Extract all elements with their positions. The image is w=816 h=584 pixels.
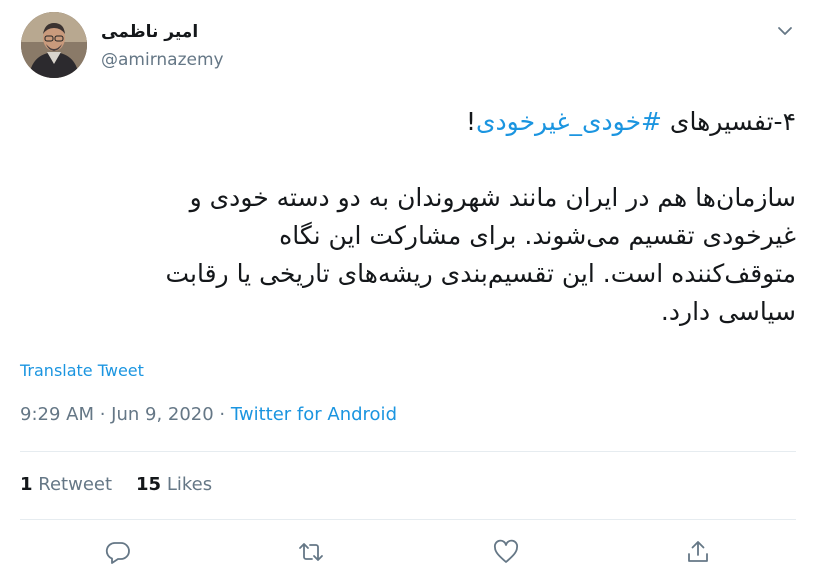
source-link[interactable]: Twitter for Android	[231, 404, 397, 425]
translate-tweet-link[interactable]: Translate Tweet	[20, 361, 144, 380]
share-icon[interactable]	[684, 538, 712, 566]
engagement-stats: 1 Retweet 15 Likes	[20, 474, 236, 495]
divider	[20, 519, 796, 520]
retweets-count: 1	[20, 474, 33, 495]
tweet-prefix: ۴-تفسیرهای	[661, 107, 796, 136]
tweet-line: متوقف‌کننده است. این تقسیم‌بندی ریشه‌های…	[165, 259, 796, 288]
tweet-meta: 9:29 AM · Jun 9, 2020 · Twitter for Andr…	[20, 404, 397, 425]
divider	[20, 451, 796, 452]
retweets-label: Retweet	[38, 474, 113, 495]
avatar[interactable]	[21, 12, 87, 78]
tweet: امیر ناظمی @amirnazemy ۴-تفسیرهای #خودی_…	[0, 0, 816, 584]
display-name[interactable]: امیر ناظمی	[101, 22, 198, 42]
tweet-suffix: !	[465, 107, 476, 136]
retweet-icon[interactable]	[297, 538, 325, 566]
tweet-line-heading: ۴-تفسیرهای #خودی_غیرخودی!	[20, 103, 796, 141]
likes-count: 15	[136, 474, 162, 495]
hashtag-link[interactable]: #خودی_غیرخودی	[476, 107, 662, 136]
timestamp[interactable]: 9:29 AM · Jun 9, 2020 ·	[20, 404, 231, 425]
retweets-stat[interactable]: 1 Retweet	[20, 474, 112, 495]
likes-stat[interactable]: 15 Likes	[136, 474, 212, 495]
chevron-down-icon[interactable]	[774, 20, 796, 42]
tweet-line: سازمان‌ها هم در ایران مانند شهروندان به …	[189, 183, 796, 212]
heart-icon[interactable]	[492, 538, 520, 566]
tweet-line: غیرخودی تقسیم می‌شوند. برای مشارکت این ن…	[279, 221, 796, 250]
tweet-text: ۴-تفسیرهای #خودی_غیرخودی! سازمان‌ها هم د…	[20, 103, 796, 331]
reply-icon[interactable]	[104, 538, 132, 566]
user-handle[interactable]: @amirnazemy	[101, 50, 224, 70]
tweet-line: سیاسی دارد.	[660, 297, 796, 326]
likes-label: Likes	[166, 474, 213, 495]
